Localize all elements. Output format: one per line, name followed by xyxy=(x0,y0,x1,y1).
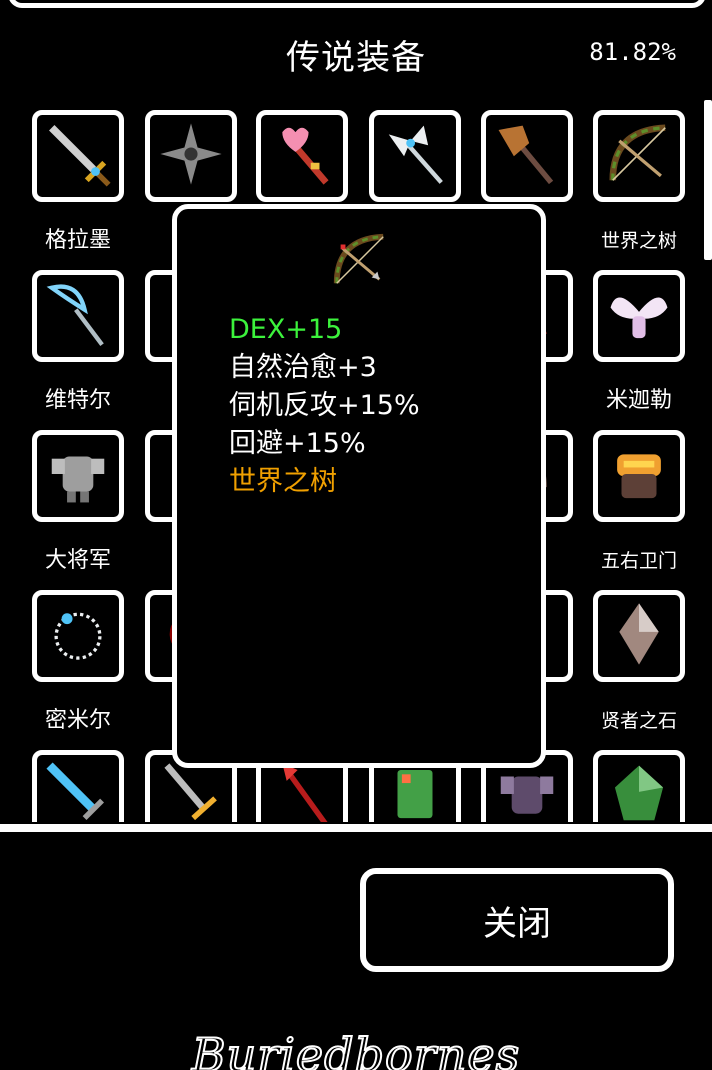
equipment-slot[interactable]: 贤者之石 xyxy=(573,590,685,750)
close-button[interactable]: 关闭 xyxy=(360,868,674,972)
heart-staff-icon xyxy=(267,119,337,193)
equipment-slot[interactable]: 格拉墨 xyxy=(12,110,124,270)
item-frame[interactable] xyxy=(32,750,124,822)
item-frame[interactable] xyxy=(593,430,685,522)
completion-percent: 81.82% xyxy=(589,38,676,66)
item-frame[interactable] xyxy=(32,590,124,682)
crystal-icon xyxy=(604,599,674,673)
stat-line: 回避+15% xyxy=(229,428,366,459)
item-frame[interactable] xyxy=(369,110,461,202)
vine-bow-icon xyxy=(604,119,674,193)
equipment-slot[interactable] xyxy=(573,750,685,822)
green-gem-icon xyxy=(604,759,674,822)
equipment-slot[interactable]: 米迦勒 xyxy=(573,270,685,430)
red-spear-icon xyxy=(267,759,337,822)
item-frame[interactable] xyxy=(593,110,685,202)
shuriken-icon xyxy=(156,119,226,193)
item-tooltip: DEX+15 自然治愈+3 伺机反攻+15% 回避+15% 世界之树 xyxy=(172,204,546,768)
gold-armor-icon xyxy=(604,439,674,513)
equipment-slot[interactable]: 大将军 xyxy=(12,430,124,590)
equipment-slot[interactable]: 密米尔 xyxy=(12,590,124,750)
vine-bow-icon xyxy=(329,229,391,291)
stat-list: DEX+15 自然治愈+3 伺机反攻+15% 回避+15% 世界之树 xyxy=(229,311,420,501)
axe-icon xyxy=(492,119,562,193)
item-name: 世界之树 xyxy=(600,230,677,252)
item-frame[interactable] xyxy=(256,110,348,202)
item-frame[interactable] xyxy=(481,110,573,202)
game-logo: Buriedbornes xyxy=(191,1027,521,1070)
item-name: 贤者之石 xyxy=(600,710,677,732)
item-frame[interactable] xyxy=(593,270,685,362)
item-frame[interactable] xyxy=(32,270,124,362)
equipment-slot[interactable]: 维特尔 xyxy=(12,270,124,430)
item-frame[interactable] xyxy=(32,110,124,202)
item-frame[interactable] xyxy=(593,750,685,822)
blue-sword-icon xyxy=(43,759,113,822)
winged-scepter-icon xyxy=(380,119,450,193)
stat-line: 自然治愈+3 xyxy=(229,352,377,383)
equipment-slot[interactable] xyxy=(12,750,124,822)
armor-icon xyxy=(43,439,113,513)
top-frame xyxy=(8,0,706,8)
ice-scythe-icon xyxy=(43,279,113,353)
stat-line: DEX+15 xyxy=(229,314,343,345)
item-frame[interactable] xyxy=(145,110,237,202)
item-name: 五右卫门 xyxy=(600,550,677,572)
stat-line: 世界之树 xyxy=(229,466,337,497)
equipment-slot[interactable]: 世界之树 xyxy=(573,110,685,270)
gold-sword-icon xyxy=(156,759,226,822)
dark-armor-icon xyxy=(492,759,562,822)
item-name: 米迦勒 xyxy=(605,388,672,413)
item-frame[interactable] xyxy=(32,430,124,522)
angel-wings-icon xyxy=(604,279,674,353)
stat-line: 伺机反攻+15% xyxy=(229,390,420,421)
necklace-icon xyxy=(43,599,113,673)
equipment-slot[interactable]: 五右卫门 xyxy=(573,430,685,590)
item-frame[interactable] xyxy=(593,590,685,682)
divider xyxy=(0,824,712,832)
green-book-icon xyxy=(380,759,450,822)
dagger-icon xyxy=(43,119,113,193)
